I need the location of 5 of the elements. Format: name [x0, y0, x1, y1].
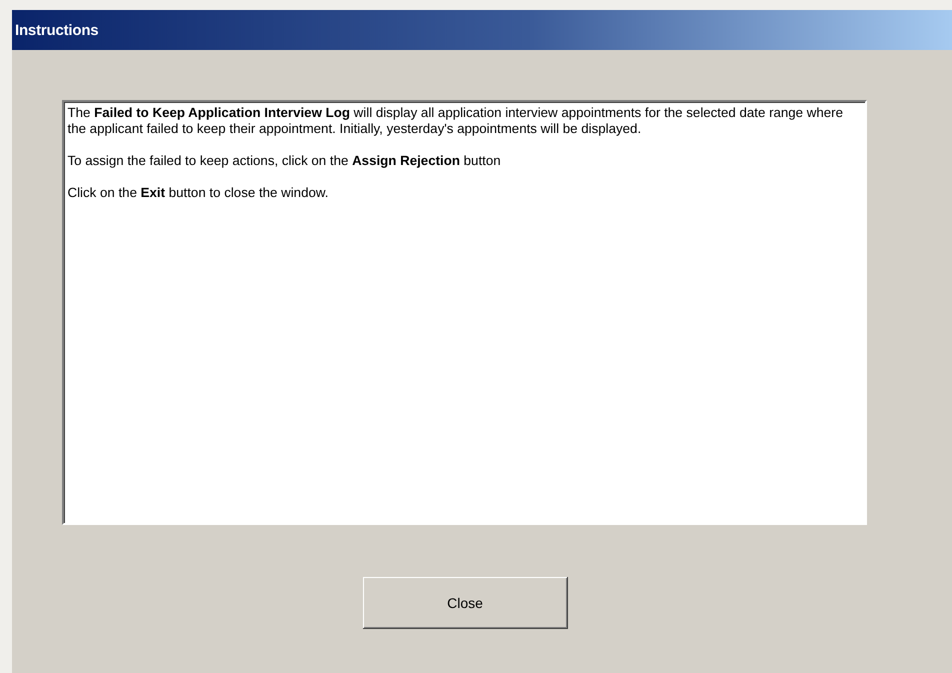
instruction-paragraph: To assign the failed to keep actions, click on the Assign Rejection button [68, 153, 502, 169]
instruction-paragraph: The Failed to Keep Application Interview Log will display all application interview appointments for the selected date range where the applicant failed to keep their appointment. Initially, yesterday's appointments will be displayed. [68, 105, 844, 137]
close-button[interactable]: Close [362, 577, 568, 629]
window-title: Instructions [12, 10, 952, 50]
instruction-paragraph: Click on the Exit button to close the window. [68, 185, 330, 201]
